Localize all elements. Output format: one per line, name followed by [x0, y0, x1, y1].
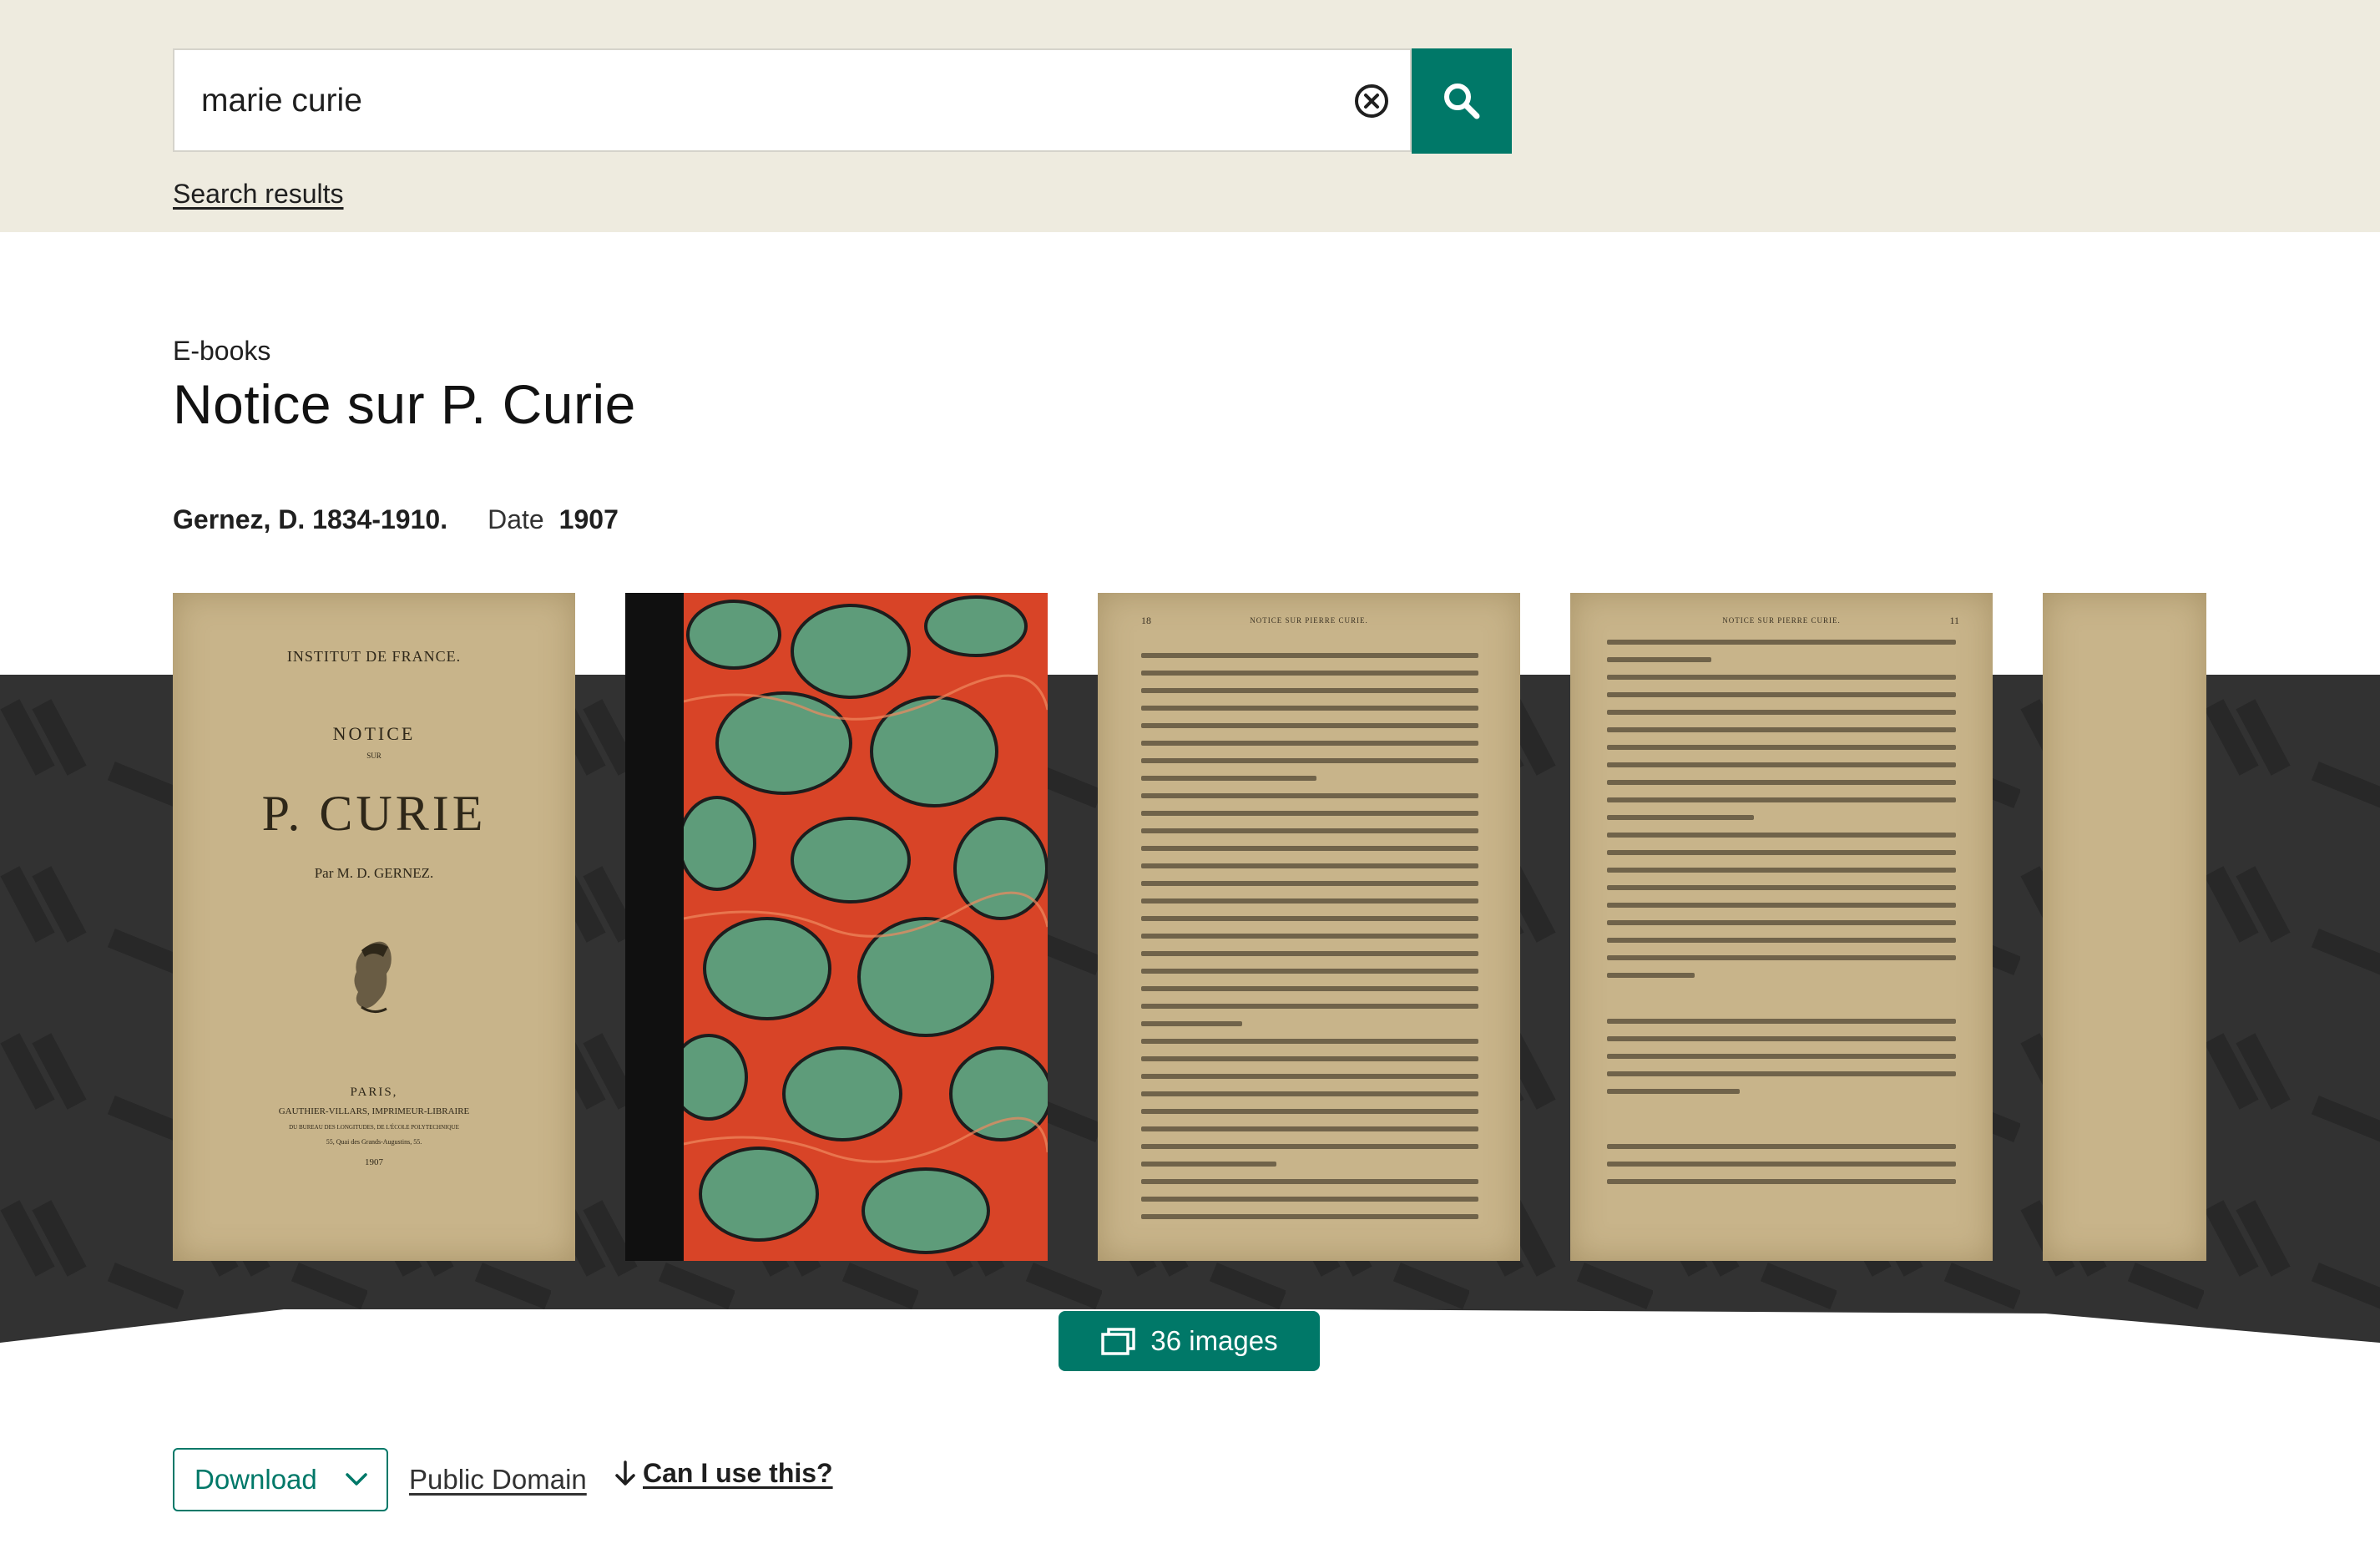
date-value: 1907 — [558, 504, 619, 534]
search-header: Search results — [0, 0, 2380, 232]
search-button[interactable] — [1412, 48, 1512, 154]
viewer-image-page-11[interactable]: NOTICE SUR PIERRE CURIE. 11 — [1570, 593, 1993, 1261]
license-link[interactable]: Public Domain — [409, 1464, 587, 1496]
author: Gernez, D. 1834-1910. — [173, 504, 448, 534]
download-button[interactable]: Download — [173, 1448, 388, 1511]
download-label: Download — [195, 1464, 317, 1495]
page-text-block — [1607, 640, 1956, 990]
cover-city: PARIS, — [350, 1086, 398, 1099]
page-running-header: NOTICE SUR PIERRE CURIE. — [1250, 616, 1368, 625]
viewer-image-page-18[interactable]: 18 NOTICE SUR PIERRE CURIE. — [1098, 593, 1520, 1261]
breadcrumb-search-results[interactable]: Search results — [173, 179, 344, 210]
format-label: E-books — [173, 336, 271, 366]
cover-address: 55, Quai des Grands-Augustins, 55. — [326, 1138, 422, 1146]
viewer-image-title-page[interactable]: INSTITUT DE FRANCE. NOTICE SUR P. CURIE … — [173, 593, 575, 1261]
view-all-images-button[interactable]: 36 images — [1059, 1311, 1320, 1371]
images-count-label: 36 images — [1150, 1325, 1278, 1356]
arrow-down-icon — [615, 1460, 635, 1486]
search-input[interactable] — [200, 67, 1313, 135]
search-field[interactable] — [173, 48, 1412, 152]
page-running-header: NOTICE SUR PIERRE CURIE. — [1722, 616, 1841, 625]
usage-label: Can I use this? — [643, 1458, 833, 1488]
clear-search-icon[interactable] — [1352, 82, 1391, 120]
page-text-block-2 — [1607, 1019, 1956, 1106]
marbled-pattern-icon — [684, 595, 1048, 1254]
page-title: Notice sur P. Curie — [173, 373, 636, 435]
cover-subject: P. CURIE — [261, 786, 487, 841]
cover-publisher: GAUTHIER-VILLARS, IMPRIMEUR-LIBRAIRE — [278, 1106, 470, 1116]
page-number: 11 — [1949, 615, 1959, 626]
cover-notice: NOTICE — [332, 723, 416, 744]
work-metadata: Gernez, D. 1834-1910. Date 1907 — [173, 504, 619, 535]
date-label: Date — [488, 504, 544, 534]
chevron-down-icon — [346, 1473, 367, 1486]
magnifier-icon — [1444, 84, 1480, 119]
viewer-image-marbled-endpaper[interactable] — [625, 593, 1048, 1261]
cover-year: 1907 — [365, 1157, 383, 1167]
minerva-engraving-icon — [354, 941, 392, 1013]
cover-sur: SUR — [366, 752, 382, 760]
page-text-block — [1141, 653, 1478, 1232]
cover-byline: Par M. D. GERNEZ. — [314, 865, 434, 881]
cover-publisher-line2: DU BUREAU DES LONGITUDES, DE L'ÉCOLE POL… — [289, 1124, 459, 1131]
stacked-images-icon — [1101, 1328, 1136, 1355]
page-text-block-3 — [1607, 1144, 1956, 1197]
viewer-image-next-page[interactable] — [2043, 593, 2206, 1261]
book-spine — [625, 593, 684, 1261]
cover-institution: INSTITUT DE FRANCE. — [286, 648, 462, 665]
can-i-use-this-link[interactable]: Can I use this? — [614, 1458, 833, 1489]
